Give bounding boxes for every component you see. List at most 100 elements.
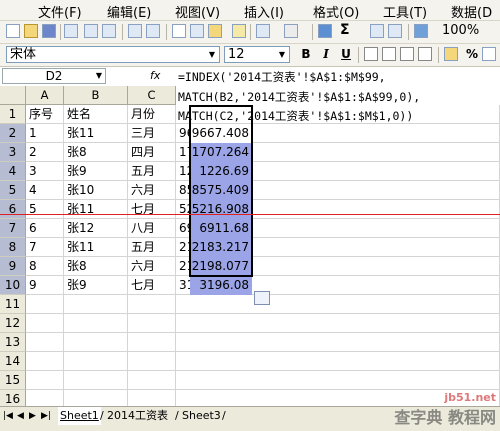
cell-b[interactable] xyxy=(64,352,128,371)
align-left-icon[interactable] xyxy=(364,47,378,61)
menu-format[interactable]: 格式(O) xyxy=(313,2,359,21)
spreadsheet-grid[interactable]: A B C 1序号姓名月份21张11三月9667.40832张8四月1707.2… xyxy=(0,86,500,406)
cell-c[interactable] xyxy=(128,390,176,406)
cell-b[interactable]: 张10 xyxy=(64,181,128,200)
sheet-tab-3[interactable]: Sheet3 xyxy=(182,407,221,425)
cell-b[interactable]: 张9 xyxy=(64,162,128,181)
cell-a[interactable]: 4 xyxy=(26,181,64,200)
cell-c[interactable]: 六月 xyxy=(128,257,176,276)
autosum-icon[interactable]: Σ xyxy=(340,22,350,38)
percent-button[interactable]: % xyxy=(464,47,480,62)
cell-b[interactable]: 张8 xyxy=(64,257,128,276)
row-header[interactable]: 13 xyxy=(0,333,26,352)
next-sheet-icon[interactable]: ▶ xyxy=(29,411,36,421)
name-box[interactable]: D2 ▼ xyxy=(2,68,106,84)
font-name-select[interactable]: 宋体 ▼ xyxy=(6,46,220,63)
salary-value-cell[interactable]: 6911.68 xyxy=(190,219,252,238)
cell-d[interactable] xyxy=(176,314,500,333)
row-header[interactable]: 8 xyxy=(0,238,26,257)
menu-tools[interactable]: 工具(T) xyxy=(383,2,427,21)
cell-a[interactable]: 5 xyxy=(26,200,64,219)
research-icon[interactable] xyxy=(146,24,160,38)
row-header[interactable]: 16 xyxy=(0,390,26,406)
cell-a[interactable]: 7 xyxy=(26,238,64,257)
cut-icon[interactable] xyxy=(172,24,186,38)
redo-icon[interactable] xyxy=(284,24,298,38)
row-header[interactable]: 14 xyxy=(0,352,26,371)
cell-a[interactable] xyxy=(26,333,64,352)
salary-value-cell[interactable]: 2198.077 xyxy=(190,257,252,276)
cell-a[interactable]: 9 xyxy=(26,276,64,295)
print-preview-icon[interactable] xyxy=(102,24,116,38)
cell-c[interactable]: 五月 xyxy=(128,238,176,257)
cell-c[interactable]: 七月 xyxy=(128,200,176,219)
row-header[interactable]: 1 xyxy=(0,105,26,124)
cell-a[interactable] xyxy=(26,352,64,371)
cell-d[interactable] xyxy=(176,352,500,371)
sort-descending-icon[interactable] xyxy=(388,24,402,38)
format-painter-icon[interactable] xyxy=(232,24,246,38)
permission-icon[interactable] xyxy=(64,24,78,38)
open-icon[interactable] xyxy=(24,24,38,38)
first-sheet-icon[interactable]: |◀ xyxy=(3,411,13,421)
formula-text-line-1[interactable]: =INDEX('2014工资表'!$A$1:$M$99, xyxy=(178,69,386,85)
cell-a[interactable]: 序号 xyxy=(26,105,64,124)
salary-value-cell[interactable]: 8575.409 xyxy=(190,181,252,200)
cell-c[interactable] xyxy=(128,314,176,333)
cell-b[interactable]: 张8 xyxy=(64,143,128,162)
cell-a[interactable] xyxy=(26,295,64,314)
font-size-select[interactable]: 12 ▼ xyxy=(224,46,290,63)
cell-b[interactable] xyxy=(64,371,128,390)
cell-b[interactable]: 张11 xyxy=(64,238,128,257)
row-header[interactable]: 3 xyxy=(0,143,26,162)
cell-c[interactable]: 六月 xyxy=(128,181,176,200)
italic-button[interactable]: I xyxy=(318,47,334,62)
cell-c[interactable] xyxy=(128,352,176,371)
paste-icon[interactable] xyxy=(208,24,222,38)
cell-b[interactable]: 张12 xyxy=(64,219,128,238)
cell-b[interactable] xyxy=(64,295,128,314)
align-right-icon[interactable] xyxy=(400,47,414,61)
print-icon[interactable] xyxy=(84,24,98,38)
row-header[interactable]: 7 xyxy=(0,219,26,238)
salary-value-cell[interactable]: 9667.408 xyxy=(190,124,252,143)
cell-c[interactable]: 八月 xyxy=(128,219,176,238)
cell-c[interactable] xyxy=(128,295,176,314)
cell-d[interactable] xyxy=(176,333,500,352)
cell-b[interactable]: 张11 xyxy=(64,124,128,143)
hyperlink-icon[interactable] xyxy=(318,24,332,38)
comma-style-icon[interactable] xyxy=(482,47,496,61)
save-icon[interactable] xyxy=(42,24,56,38)
sheet-tab-2[interactable]: 2014工资表 xyxy=(107,407,168,425)
cell-d[interactable] xyxy=(176,371,500,390)
currency-icon[interactable] xyxy=(444,47,458,61)
cell-b[interactable] xyxy=(64,390,128,406)
salary-value-cell[interactable]: 1707.264 xyxy=(190,143,252,162)
cell-c[interactable] xyxy=(128,371,176,390)
row-header[interactable]: 2 xyxy=(0,124,26,143)
sort-ascending-icon[interactable] xyxy=(370,24,384,38)
row-header[interactable]: 11 xyxy=(0,295,26,314)
cell-c[interactable] xyxy=(128,333,176,352)
cell-a[interactable] xyxy=(26,371,64,390)
cell-c[interactable]: 三月 xyxy=(128,124,176,143)
row-header[interactable]: 6 xyxy=(0,200,26,219)
cell-c[interactable]: 七月 xyxy=(128,276,176,295)
row-header[interactable]: 12 xyxy=(0,314,26,333)
sheet-tab-1[interactable]: Sheet1 xyxy=(58,407,101,425)
merge-center-icon[interactable] xyxy=(418,47,432,61)
row-header[interactable]: 5 xyxy=(0,181,26,200)
select-all-corner[interactable] xyxy=(0,86,26,105)
cell-b[interactable] xyxy=(64,314,128,333)
chart-wizard-icon[interactable] xyxy=(414,24,428,38)
new-icon[interactable] xyxy=(6,24,20,38)
menu-data[interactable]: 数据(D xyxy=(451,2,492,21)
underline-button[interactable]: U xyxy=(338,47,354,62)
copy-icon[interactable] xyxy=(190,24,204,38)
row-header[interactable]: 10 xyxy=(0,276,26,295)
column-header-c[interactable]: C xyxy=(128,86,176,105)
cell-d[interactable] xyxy=(176,295,500,314)
column-header-a[interactable]: A xyxy=(26,86,64,105)
bold-button[interactable]: B xyxy=(298,47,314,62)
salary-value-cell[interactable]: 5216.908 xyxy=(190,200,252,219)
